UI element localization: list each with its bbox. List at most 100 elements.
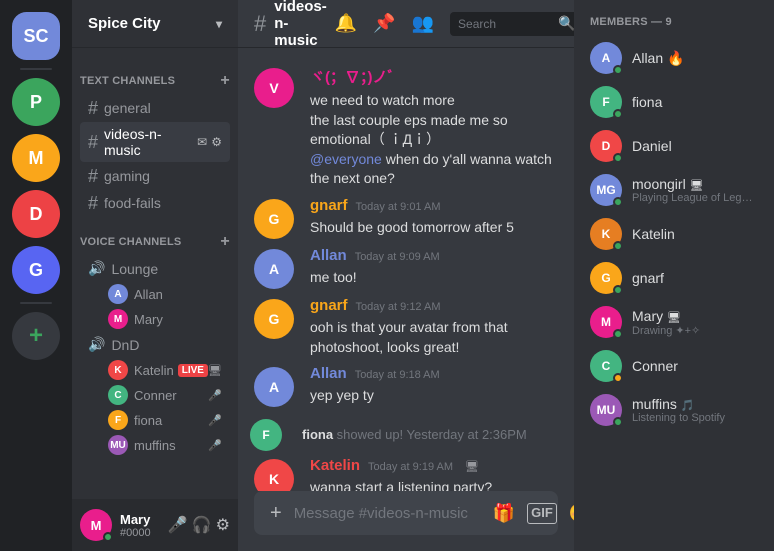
voice-user-muffins[interactable]: MU muffins 🎤 <box>80 433 230 457</box>
message-avatar[interactable]: A <box>254 249 294 289</box>
add-server-button[interactable]: + <box>12 312 60 360</box>
add-file-icon[interactable]: + <box>270 502 282 525</box>
voice-channels-category[interactable]: VOICE CHANNELS + <box>72 217 238 255</box>
server-icon-4[interactable]: D <box>12 190 60 238</box>
channel-name: DnD <box>111 337 139 353</box>
message-header: Katelin Today at 9:19 AM 🖥 <box>310 457 558 474</box>
message-content: Allan Today at 9:09 AM me too! <box>310 247 558 289</box>
message-header: gnarf Today at 9:12 AM <box>310 297 558 314</box>
invite-icon[interactable]: ✉ <box>197 135 207 149</box>
member-item-mary[interactable]: M Mary 🖥 Drawing ✦+✧ <box>582 300 766 344</box>
voice-channel-dnd[interactable]: 🔊 DnD <box>80 332 230 357</box>
gift-icon[interactable]: 🎁 <box>493 503 515 524</box>
current-user-avatar: M <box>80 509 112 541</box>
member-status <box>613 153 623 163</box>
add-voice-channel-icon[interactable]: + <box>220 233 230 251</box>
member-name: Mary 🖥 <box>632 308 758 324</box>
member-name: gnarf <box>632 270 758 286</box>
server-icon-2[interactable]: P <box>12 78 60 126</box>
server-icon-3[interactable]: M <box>12 134 60 182</box>
message-content: gnarf Today at 9:01 AM Should be good to… <box>310 197 558 239</box>
voice-user-mary[interactable]: M Mary <box>80 307 230 331</box>
message-username[interactable]: Allan <box>310 247 347 264</box>
message-username[interactable]: gnarf <box>310 197 348 214</box>
member-item-katelin[interactable]: K Katelin <box>582 212 766 256</box>
member-info: Conner <box>632 358 758 374</box>
add-channel-icon[interactable]: + <box>220 72 230 90</box>
message-username[interactable]: Allan <box>310 365 347 382</box>
member-item-muffins[interactable]: MU muffins 🎵 Listening to Spotify <box>582 388 766 432</box>
messages-area: V ヾ(；∇；)ノﾞ we need to watch more the las… <box>238 48 574 491</box>
server-icon-spice-city[interactable]: SC <box>12 12 60 60</box>
member-avatar: K <box>590 218 622 250</box>
member-item-moongirl[interactable]: MG moongirl 🖥 Playing League of Legends <box>582 168 766 212</box>
member-status <box>613 329 623 339</box>
mute-button[interactable]: 🎤 <box>168 515 188 535</box>
settings-icon[interactable]: ⚙ <box>211 135 222 149</box>
message-avatar[interactable]: V <box>254 68 294 108</box>
channel-sidebar: Spice City ▾ TEXT CHANNELS + # general #… <box>72 0 238 551</box>
server-name-header[interactable]: Spice City ▾ <box>72 0 238 48</box>
member-status <box>613 109 623 119</box>
message-text: wanna start a listening party? <box>310 478 558 491</box>
member-item-gnarf[interactable]: G gnarf <box>582 256 766 300</box>
voice-channel-lounge[interactable]: 🔊 Lounge <box>80 256 230 281</box>
member-name: Daniel <box>632 138 758 154</box>
voice-user-icons: 🎤 <box>208 439 222 452</box>
message-group: A Allan Today at 9:09 AM me too! <box>238 245 574 291</box>
voice-user-conner[interactable]: C Conner 🎤 <box>80 383 230 407</box>
channel-item-videos-n-music[interactable]: # videos-n-music ✉ ⚙ <box>80 122 230 162</box>
message-avatar[interactable]: G <box>254 299 294 339</box>
channel-name: gaming <box>104 168 150 184</box>
members-icon[interactable]: 👥 <box>412 13 434 34</box>
channel-item-general[interactable]: # general <box>80 95 230 121</box>
search-input[interactable] <box>458 17 558 31</box>
message-timestamp: Today at 9:09 AM <box>355 251 440 263</box>
settings-button[interactable]: ⚙ <box>216 515 230 535</box>
message-header: Allan Today at 9:09 AM <box>310 247 558 264</box>
text-channels-category[interactable]: TEXT CHANNELS + <box>72 56 238 94</box>
bell-icon[interactable]: 🔔 <box>335 13 357 34</box>
chat-input[interactable] <box>294 505 493 522</box>
spotify-icon: 🎵 <box>681 400 695 412</box>
voice-user-avatar: C <box>108 385 128 405</box>
channel-item-food-fails[interactable]: # food-fails <box>80 190 230 216</box>
gif-icon[interactable]: GIF <box>527 503 557 524</box>
member-avatar: C <box>590 350 622 382</box>
message-avatar[interactable]: A <box>254 367 294 407</box>
server-icon-5[interactable]: G <box>12 246 60 294</box>
member-info: moongirl 🖥 Playing League of Legends <box>632 176 758 204</box>
member-item-conner[interactable]: C Conner <box>582 344 766 388</box>
message-header: ヾ(；∇；)ノﾞ <box>310 66 558 87</box>
channel-hash-icon: # <box>254 11 266 37</box>
member-item-fiona[interactable]: F fiona <box>582 80 766 124</box>
screen-share-inline-icon: 🖥 <box>465 460 479 473</box>
member-avatar: F <box>590 86 622 118</box>
voice-user-katelin[interactable]: K Katelin LIVE 🖥 <box>80 358 230 382</box>
mic-icon: 🎤 <box>208 389 222 402</box>
voice-user-avatar: K <box>108 360 128 380</box>
pin-icon[interactable]: 📌 <box>373 13 395 34</box>
voice-user-allan[interactable]: A Allan <box>80 282 230 306</box>
speaker-icon: 🔊 <box>88 260 105 277</box>
voice-user-fiona[interactable]: F fiona 🎤 <box>80 408 230 432</box>
member-item-daniel[interactable]: D Daniel <box>582 124 766 168</box>
member-avatar: D <box>590 130 622 162</box>
member-avatar: A <box>590 42 622 74</box>
member-item-allan[interactable]: A Allan 🔥 <box>582 36 766 80</box>
member-status <box>613 241 623 251</box>
system-message-fiona: F fiona showed up! Yesterday at 2:36PM <box>238 413 574 455</box>
message-username[interactable]: gnarf <box>310 297 348 314</box>
channel-item-gaming[interactable]: # gaming <box>80 163 230 189</box>
message-avatar[interactable]: G <box>254 199 294 239</box>
message-username[interactable]: ヾ(；∇；)ノﾞ <box>310 66 395 87</box>
message-username[interactable]: Katelin <box>310 457 360 474</box>
member-status <box>613 373 623 383</box>
message-avatar[interactable]: K <box>254 459 294 491</box>
member-info: Allan 🔥 <box>632 50 758 67</box>
current-user-name: Mary <box>120 512 160 527</box>
hash-icon: # <box>88 133 98 151</box>
fire-badge: 🔥 <box>667 50 684 66</box>
deafen-button[interactable]: 🎧 <box>192 515 212 535</box>
member-info: gnarf <box>632 270 758 286</box>
